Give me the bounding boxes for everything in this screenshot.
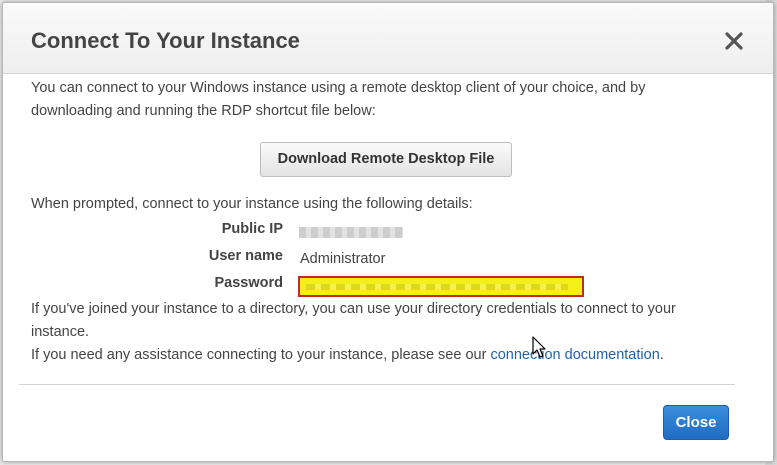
password-masked-text xyxy=(306,284,568,290)
footer-divider xyxy=(19,384,735,385)
password-value-highlighted[interactable] xyxy=(298,276,584,297)
directory-text-line-2: instance. xyxy=(31,324,90,340)
intro-text-line-2: downloading and running the RDP shortcut… xyxy=(31,103,376,119)
directory-text-line-1: If you've joined your instance to a dire… xyxy=(31,301,676,317)
username-value: Administrator xyxy=(300,251,386,267)
username-label: User name xyxy=(208,248,283,264)
assistance-suffix: . xyxy=(659,347,664,363)
dialog-title: Connect To Your Instance xyxy=(31,28,300,53)
public-ip-label: Public IP xyxy=(221,221,283,237)
prompt-text: When prompted, connect to your instance … xyxy=(31,196,473,212)
download-rdp-button[interactable]: Download Remote Desktop File xyxy=(260,142,512,177)
close-icon[interactable] xyxy=(721,28,747,54)
password-label: Password xyxy=(214,275,284,291)
dialog-header: Connect To Your Instance xyxy=(3,3,773,74)
close-button[interactable]: Close xyxy=(663,405,729,440)
public-ip-value-masked xyxy=(299,227,403,238)
connection-documentation-link[interactable]: connection documentation xyxy=(490,347,659,363)
assistance-text: If you need any assistance connecting to… xyxy=(31,344,664,367)
connect-dialog: Connect To Your Instance You can connect… xyxy=(2,2,774,462)
intro-text-line-1: You can connect to your Windows instance… xyxy=(31,80,646,96)
mouse-pointer-icon xyxy=(532,336,546,358)
assistance-prefix: If you need any assistance connecting to… xyxy=(31,347,487,363)
